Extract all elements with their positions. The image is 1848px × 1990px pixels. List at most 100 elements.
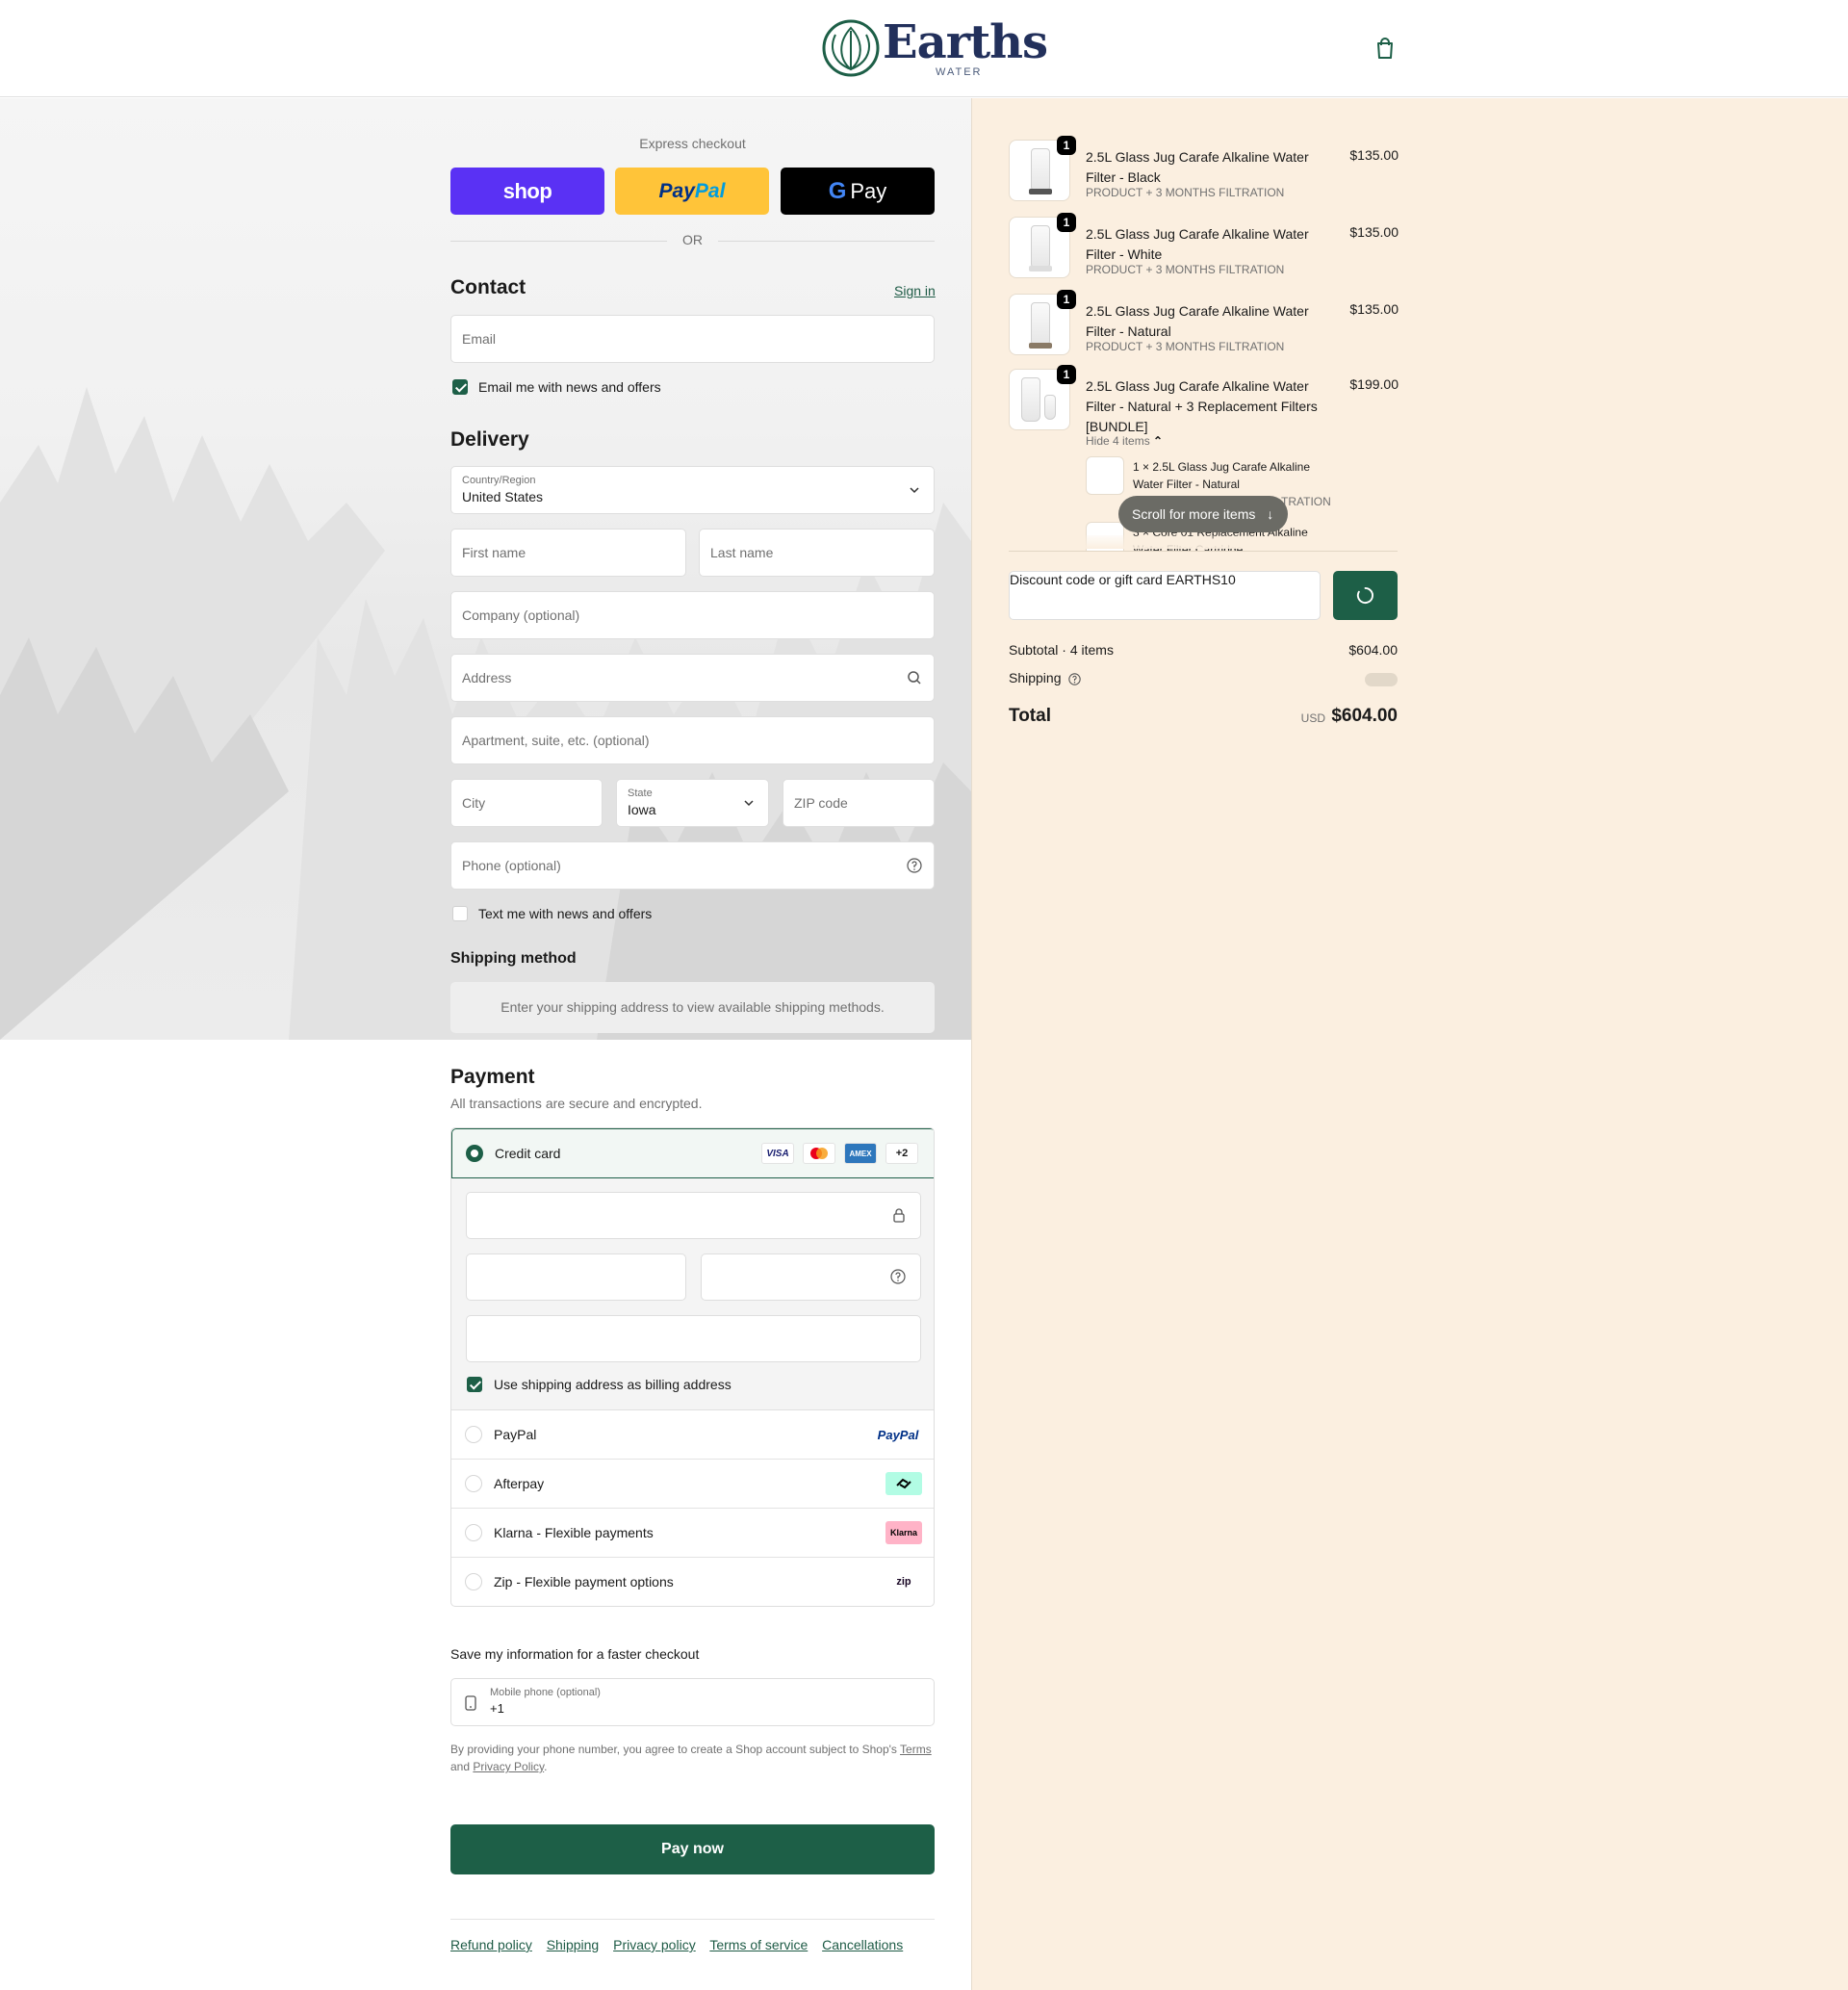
card-number-field[interactable] [466, 1192, 921, 1239]
afterpay-option[interactable]: Afterpay [451, 1460, 934, 1509]
bundle-toggle-label: Hide 4 items [1086, 434, 1150, 448]
arrow-down-icon: ↓ [1267, 506, 1274, 522]
header: Earths WATER [0, 0, 1848, 97]
klarna-option[interactable]: Klarna - Flexible payments Klarna [451, 1509, 934, 1558]
city-field[interactable]: City [450, 779, 603, 827]
paypal-radio[interactable] [465, 1426, 482, 1443]
afterpay-icon [886, 1472, 922, 1495]
item-name: 2.5L Glass Jug Carafe Alkaline Water Fil… [1086, 303, 1309, 339]
apply-discount-button[interactable] [1333, 571, 1398, 620]
shop-terms-link[interactable]: Terms [900, 1743, 932, 1756]
email-news-label: Email me with news and offers [478, 379, 661, 395]
expiration-field[interactable] [466, 1253, 686, 1301]
paypal-option[interactable]: PayPal PayPal [451, 1410, 934, 1460]
country-label: Country/Region [462, 475, 536, 486]
klarna-radio[interactable] [465, 1524, 482, 1541]
email-field[interactable]: Email [450, 315, 935, 363]
help-circle-icon[interactable] [1068, 673, 1082, 685]
billing-address-label: Use shipping address as billing address [494, 1377, 732, 1392]
mobile-phone-icon [465, 1695, 476, 1711]
footer-links: Refund policy Shipping Privacy policy Te… [450, 1937, 913, 1952]
shopping-bag-icon[interactable] [1374, 37, 1396, 60]
item-variant: PRODUCT + 3 MONTHS FILTRATION [1086, 340, 1285, 353]
credit-card-radio[interactable] [466, 1145, 483, 1162]
credit-card-option[interactable]: Credit card VISA AMEX +2 [451, 1128, 934, 1178]
quantity-badge: 1 [1057, 290, 1076, 309]
shop-privacy-link[interactable]: Privacy Policy [473, 1760, 544, 1773]
company-field[interactable]: Company (optional) [450, 591, 935, 639]
item-name: 2.5L Glass Jug Carafe Alkaline Water Fil… [1086, 149, 1309, 185]
email-news-checkbox[interactable] [452, 379, 468, 395]
total-value: $604.00 [1331, 706, 1398, 726]
save-info-title: Save my information for a faster checkou… [450, 1646, 700, 1662]
mobile-phone-field[interactable]: Mobile phone (optional) +1 [450, 1678, 935, 1726]
afterpay-radio[interactable] [465, 1475, 482, 1492]
line-item: 1 2.5L Glass Jug Carafe Alkaline Water F… [1009, 136, 1399, 207]
item-price: $135.00 [1349, 224, 1399, 240]
shipping-method-info: Enter your shipping address to view avai… [450, 982, 935, 1033]
terms-text-b: and [450, 1760, 471, 1773]
first-name-field[interactable]: First name [450, 529, 686, 577]
google-pay-button[interactable]: G Pay [781, 168, 935, 215]
item-variant: PRODUCT + 3 MONTHS FILTRATION [1086, 186, 1285, 199]
pay-now-button[interactable]: Pay now [450, 1824, 935, 1874]
shop-terms-text: By providing your phone number, you agre… [450, 1741, 935, 1775]
country-select[interactable]: Country/Region United States [450, 466, 935, 514]
loading-spinner-icon [1356, 586, 1373, 605]
item-price: $135.00 [1349, 147, 1399, 163]
or-label: OR [682, 232, 703, 247]
brand-logo[interactable]: Earths WATER [822, 15, 1048, 80]
total-currency: USD [1300, 711, 1325, 725]
privacy-policy-link[interactable]: Privacy policy [613, 1937, 696, 1952]
last-name-field[interactable]: Last name [699, 529, 935, 577]
scroll-more-label: Scroll for more items [1132, 506, 1256, 522]
shipping-label: Shipping [1009, 670, 1062, 685]
brand-name: Earths [883, 15, 1048, 69]
apartment-field[interactable]: Apartment, suite, etc. (optional) [450, 716, 935, 764]
lock-icon [893, 1208, 905, 1223]
line-item: 1 2.5L Glass Jug Carafe Alkaline Water F… [1009, 213, 1399, 284]
footer-divider [450, 1919, 935, 1920]
refund-policy-link[interactable]: Refund policy [450, 1937, 532, 1952]
bundle-sub-item: 1 × 2.5L Glass Jug Carafe Alkaline Water… [1086, 456, 1336, 508]
state-select[interactable]: State Iowa [616, 779, 769, 827]
chevron-down-icon [744, 800, 754, 807]
amex-icon: AMEX [844, 1143, 877, 1164]
state-value: Iowa [628, 802, 656, 817]
name-on-card-field[interactable] [466, 1315, 921, 1362]
zip-radio[interactable] [465, 1573, 482, 1590]
shop-pay-label: shop [502, 178, 552, 203]
address-field[interactable]: Address [450, 654, 935, 702]
help-circle-icon[interactable] [907, 858, 922, 873]
zip-field[interactable]: ZIP code [783, 779, 935, 827]
chevron-up-icon: ⌃ [1153, 434, 1164, 448]
payment-title: Payment [450, 1066, 535, 1088]
bundle-item-variant: TRATION [1281, 495, 1331, 508]
discount-code-label: Discount code or gift card [1010, 572, 1163, 587]
shipping-policy-link[interactable]: Shipping [547, 1937, 600, 1952]
first-name-placeholder: First name [462, 545, 526, 560]
terms-of-service-link[interactable]: Terms of service [709, 1937, 808, 1952]
text-news-checkbox[interactable] [452, 906, 468, 921]
discount-code-field[interactable]: Discount code or gift card EARTHS10 [1009, 571, 1321, 620]
scroll-more-button[interactable]: Scroll for more items ↓ [1118, 496, 1288, 532]
security-code-field[interactable] [701, 1253, 921, 1301]
zip-placeholder: ZIP code [794, 795, 848, 811]
bundle-toggle[interactable]: Hide 4 items ⌃ [1086, 434, 1163, 448]
phone-field[interactable]: Phone (optional) [450, 841, 935, 890]
email-placeholder: Email [462, 331, 497, 347]
zip-option[interactable]: Zip - Flexible payment options zip [451, 1558, 934, 1606]
chevron-down-icon [910, 487, 919, 494]
shop-pay-button[interactable]: shop [450, 168, 604, 215]
klarna-option-label: Klarna - Flexible payments [494, 1525, 654, 1540]
mobile-phone-label: Mobile phone (optional) [490, 1687, 601, 1698]
brand-sub: WATER [936, 66, 983, 78]
country-value: United States [462, 489, 544, 504]
subtotal-value: $604.00 [1348, 642, 1398, 658]
billing-address-checkbox[interactable] [467, 1377, 482, 1392]
help-circle-icon[interactable] [890, 1269, 906, 1284]
cancellations-link[interactable]: Cancellations [822, 1937, 903, 1952]
credit-card-form: Use shipping address as billing address [451, 1178, 934, 1410]
paypal-express-button[interactable]: PayPal [615, 168, 769, 215]
sign-in-link[interactable]: Sign in [894, 283, 936, 298]
